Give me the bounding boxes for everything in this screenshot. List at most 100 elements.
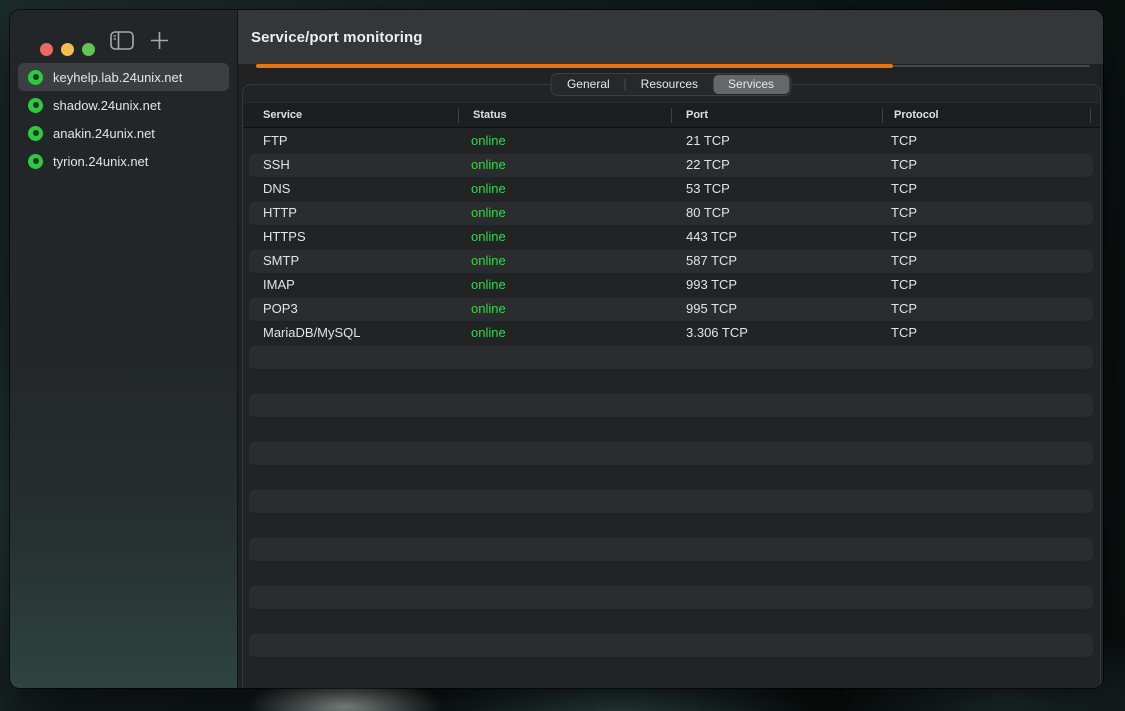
port-cell: 995 TCP [686,297,737,321]
table-row-empty [243,393,1100,417]
port-cell: 21 TCP [686,129,730,153]
desktop-background: keyhelp.lab.24unix.net shadow.24unix.net a… [0,0,1125,711]
tab-general[interactable]: General [552,75,625,94]
protocol-cell: TCP [891,297,917,321]
zoom-button[interactable] [82,43,95,56]
service-cell: MariaDB/MySQL [263,321,361,345]
service-cell: DNS [263,177,290,201]
server-label: shadow.24unix.net [53,98,161,113]
status-cell: online [471,225,506,249]
server-status-icon [28,70,43,85]
status-cell: online [471,177,506,201]
service-cell: SMTP [263,249,299,273]
service-cell: SSH [263,153,290,177]
table-row-empty [243,585,1100,609]
port-cell: 993 TCP [686,273,737,297]
table-row-empty [243,513,1100,537]
server-list: keyhelp.lab.24unix.net shadow.24unix.net a… [10,63,237,175]
table-row[interactable]: FTP online 21 TCP TCP [243,129,1100,153]
tab-resources[interactable]: Resources [626,75,713,94]
table-row-empty [243,345,1100,369]
add-server-button[interactable] [149,30,170,51]
service-cell: HTTPS [263,225,306,249]
table-row-empty [243,537,1100,561]
table-row-empty [243,489,1100,513]
titlebar: Service/port monitoring [238,10,1103,64]
protocol-cell: TCP [891,321,917,345]
table-row-empty [243,609,1100,633]
column-header-port[interactable]: Port [686,103,708,128]
table-row-empty [243,465,1100,489]
table-row[interactable]: DNS online 53 TCP TCP [243,177,1100,201]
status-cell: online [471,297,506,321]
table-row-empty [243,633,1100,657]
protocol-cell: TCP [891,177,917,201]
server-status-icon [28,98,43,113]
tab-bar: General Resources Services [550,73,791,96]
minimize-button[interactable] [61,43,74,56]
table-row[interactable]: HTTP online 80 TCP TCP [243,201,1100,225]
service-cell: IMAP [263,273,295,297]
main-pane: Service/port monitoring General Resource… [238,10,1103,688]
protocol-cell: TCP [891,273,917,297]
column-header-status[interactable]: Status [473,103,507,128]
app-window: keyhelp.lab.24unix.net shadow.24unix.net a… [10,10,1103,688]
port-cell: 80 TCP [686,201,730,225]
table-row-empty [243,369,1100,393]
column-divider [1090,108,1091,123]
protocol-cell: TCP [891,201,917,225]
server-label: tyrion.24unix.net [53,154,148,169]
column-header-protocol[interactable]: Protocol [894,103,939,128]
column-divider [671,108,672,123]
table-row[interactable]: SSH online 22 TCP TCP [243,153,1100,177]
protocol-cell: TCP [891,225,917,249]
port-cell: 53 TCP [686,177,730,201]
port-cell: 443 TCP [686,225,737,249]
server-status-icon [28,126,43,141]
table-row[interactable]: POP3 online 995 TCP TCP [243,297,1100,321]
sidebar: keyhelp.lab.24unix.net shadow.24unix.net a… [10,10,238,688]
port-cell: 587 TCP [686,249,737,273]
table-row[interactable]: MariaDB/MySQL online 3.306 TCP TCP [243,321,1100,345]
service-cell: HTTP [263,201,297,225]
server-label: keyhelp.lab.24unix.net [53,70,182,85]
tab-services[interactable]: Services [713,75,789,94]
column-divider [882,108,883,123]
protocol-cell: TCP [891,153,917,177]
page-title: Service/port monitoring [251,29,423,46]
table-row-empty [243,561,1100,585]
status-cell: online [471,249,506,273]
sidebar-toolbar [110,30,170,51]
status-cell: online [471,129,506,153]
column-header-service[interactable]: Service [263,103,302,128]
services-panel: Service Status Port Protocol FTP online 21… [242,84,1101,688]
status-cell: online [471,201,506,225]
table-row[interactable]: HTTPS online 443 TCP TCP [243,225,1100,249]
service-cell: FTP [263,129,288,153]
status-cell: online [471,273,506,297]
column-divider [458,108,459,123]
table-row-empty [243,441,1100,465]
protocol-cell: TCP [891,129,917,153]
table-row[interactable]: SMTP online 587 TCP TCP [243,249,1100,273]
content-area: General Resources Services Service Statu… [238,68,1103,688]
server-label: anakin.24unix.net [53,126,155,141]
close-button[interactable] [40,43,53,56]
status-cell: online [471,321,506,345]
port-cell: 3.306 TCP [686,321,748,345]
sidebar-item-server[interactable]: keyhelp.lab.24unix.net [18,63,229,91]
protocol-cell: TCP [891,249,917,273]
sidebar-item-server[interactable]: anakin.24unix.net [18,119,229,147]
table-row-empty [243,417,1100,441]
table-header: Service Status Port Protocol [243,102,1100,128]
sidebar-toggle-icon[interactable] [110,31,134,50]
service-cell: POP3 [263,297,298,321]
table-row[interactable]: IMAP online 993 TCP TCP [243,273,1100,297]
status-cell: online [471,153,506,177]
server-status-icon [28,154,43,169]
port-cell: 22 TCP [686,153,730,177]
sidebar-item-server[interactable]: tyrion.24unix.net [18,147,229,175]
table-row-empty [243,657,1100,681]
sidebar-item-server[interactable]: shadow.24unix.net [18,91,229,119]
table-body: FTP online 21 TCP TCP SSH online 22 TCP TCP DNS o… [243,129,1100,688]
